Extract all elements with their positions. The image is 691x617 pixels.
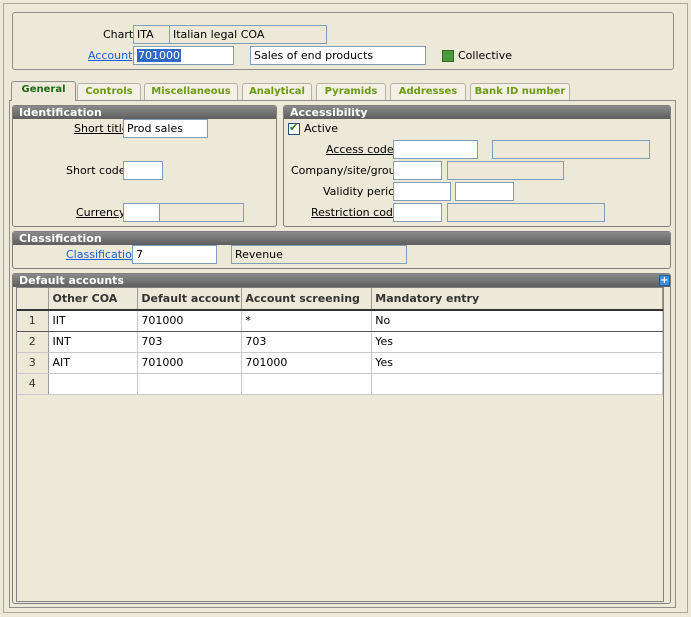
- short-title-label: Short title: [74, 122, 129, 135]
- cell-mandatory-entry[interactable]: [371, 373, 663, 395]
- classification-header: Classification: [13, 232, 670, 245]
- collective-checkbox[interactable]: [442, 50, 454, 62]
- row-number[interactable]: 3: [17, 352, 50, 374]
- cell-other-coa[interactable]: IIT: [48, 310, 139, 332]
- cell-account-screening[interactable]: 701000: [241, 352, 373, 374]
- currency-description-field: [159, 203, 244, 222]
- cell-mandatory-entry[interactable]: No: [371, 310, 663, 332]
- row-number[interactable]: 1: [17, 310, 50, 332]
- default-accounts-header: Default accounts: [13, 274, 670, 287]
- chart-label: Chart: [103, 28, 134, 41]
- chart-code-field[interactable]: ITA: [133, 25, 170, 44]
- column-header-default-account[interactable]: Default account: [137, 288, 243, 311]
- row-number[interactable]: 2: [17, 331, 50, 353]
- table-header-row: Other COA Default account Account screen…: [17, 288, 663, 311]
- restriction-code-input[interactable]: [393, 203, 442, 222]
- short-title-input[interactable]: Prod sales: [123, 119, 208, 138]
- currency-label: Currency: [76, 206, 126, 219]
- active-checkbox[interactable]: [288, 121, 300, 135]
- cell-default-account[interactable]: 703: [137, 331, 243, 353]
- column-header-account-screening[interactable]: Account screening: [241, 288, 373, 311]
- access-code-label: Access code: [326, 143, 394, 156]
- cell-default-account[interactable]: 701000: [137, 352, 243, 374]
- table-row[interactable]: 3 AIT 701000 701000 Yes: [17, 352, 663, 374]
- account-input[interactable]: 701000: [133, 46, 234, 65]
- cell-mandatory-entry[interactable]: Yes: [371, 352, 663, 374]
- column-header-other-coa[interactable]: Other COA: [48, 288, 139, 311]
- tab-general[interactable]: General: [11, 81, 76, 101]
- row-number[interactable]: 4: [17, 373, 50, 395]
- table-row[interactable]: 4: [17, 373, 663, 395]
- table-row[interactable]: 1 IIT 701000 * No: [17, 310, 663, 332]
- tab-pyramids[interactable]: Pyramids: [316, 83, 386, 100]
- short-code-label: Short code: [66, 164, 126, 177]
- restriction-code-description-field: [447, 203, 605, 222]
- collective-label: Collective: [458, 49, 512, 62]
- expand-icon[interactable]: +: [659, 275, 670, 286]
- validity-end-input[interactable]: [455, 182, 514, 201]
- tab-miscellaneous[interactable]: Miscellaneous: [144, 83, 238, 100]
- cell-other-coa[interactable]: [48, 373, 139, 395]
- row-number-header: [17, 288, 50, 311]
- validity-period-label: Validity period: [323, 185, 402, 198]
- access-code-input[interactable]: [393, 140, 478, 159]
- short-code-input[interactable]: [123, 161, 163, 180]
- cell-account-screening[interactable]: *: [241, 310, 373, 332]
- currency-input[interactable]: [123, 203, 160, 222]
- account-description-input[interactable]: Sales of end products: [250, 46, 426, 65]
- account-link[interactable]: Account: [88, 49, 132, 62]
- company-site-group-input[interactable]: [393, 161, 442, 180]
- identification-header: Identification: [13, 106, 276, 119]
- tab-addresses[interactable]: Addresses: [390, 83, 466, 100]
- default-accounts-grid: Other COA Default account Account screen…: [16, 287, 664, 602]
- cell-default-account[interactable]: 701000: [137, 310, 243, 332]
- classification-link[interactable]: Classification: [66, 248, 139, 261]
- classification-input[interactable]: 7: [132, 245, 217, 264]
- validity-start-input[interactable]: [393, 182, 451, 201]
- tab-controls[interactable]: Controls: [77, 83, 141, 100]
- table-row[interactable]: 2 INT 703 703 Yes: [17, 331, 663, 353]
- active-label: Active: [304, 122, 339, 135]
- cell-account-screening[interactable]: [241, 373, 373, 395]
- cell-other-coa[interactable]: AIT: [48, 352, 139, 374]
- tab-bank-id-number[interactable]: Bank ID number: [470, 83, 570, 100]
- cell-mandatory-entry[interactable]: Yes: [371, 331, 663, 353]
- chart-description-field: Italian legal COA: [169, 25, 327, 44]
- cell-account-screening[interactable]: 703: [241, 331, 373, 353]
- cell-other-coa[interactable]: INT: [48, 331, 139, 353]
- restriction-code-label: Restriction code: [311, 206, 400, 219]
- accessibility-header: Accessibility: [284, 106, 670, 119]
- tab-analytical[interactable]: Analytical: [242, 83, 312, 100]
- account-input-value: 701000: [137, 49, 181, 62]
- default-accounts-table: Other COA Default account Account screen…: [17, 288, 663, 395]
- access-code-description-field: [492, 140, 650, 159]
- company-site-group-description-field: [447, 161, 564, 180]
- company-site-group-label: Company/site/group: [291, 164, 403, 177]
- cell-default-account[interactable]: [137, 373, 243, 395]
- classification-description-field: Revenue: [231, 245, 407, 264]
- column-header-mandatory-entry[interactable]: Mandatory entry: [371, 288, 663, 311]
